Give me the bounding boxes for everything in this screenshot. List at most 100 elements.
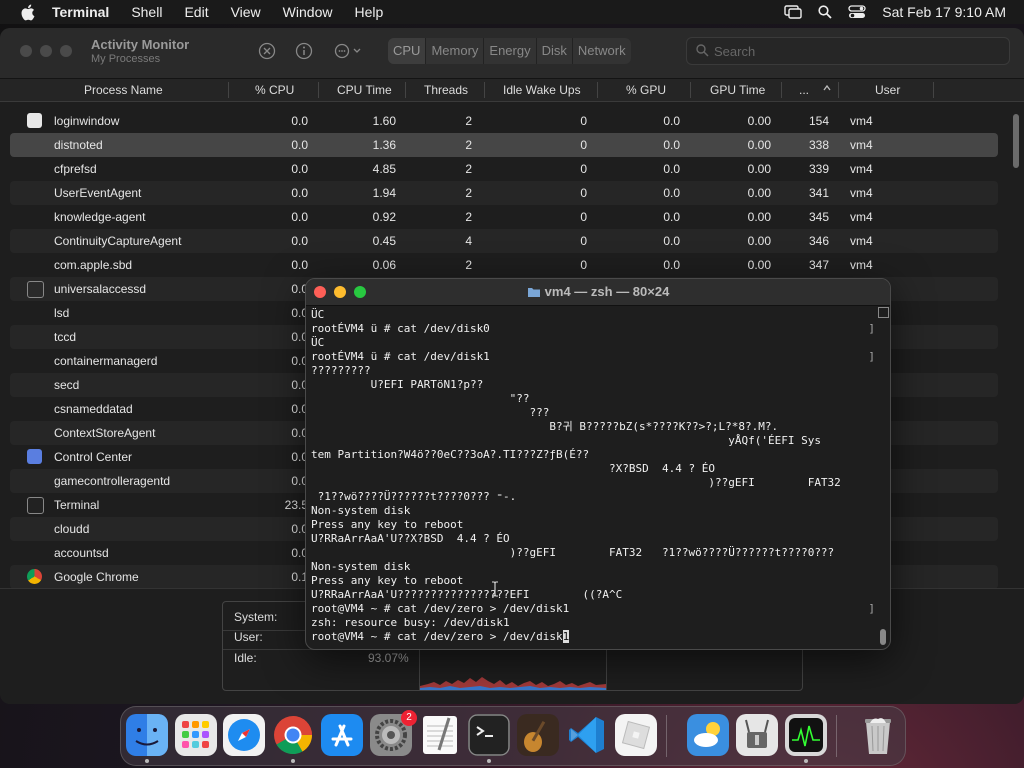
terminal-line: ÜC (311, 336, 876, 350)
cell-threads: 2 (465, 114, 472, 128)
control-center-icon[interactable] (848, 5, 866, 19)
column-divider (690, 82, 691, 98)
column-divider (781, 82, 782, 98)
menubar-clock[interactable]: Sat Feb 17 9:10 AM (882, 4, 1006, 20)
menu-shell[interactable]: Shell (131, 4, 162, 20)
google-chrome-icon[interactable] (272, 714, 314, 756)
launchpad-icon[interactable] (175, 714, 217, 756)
terminal-line: "?? (311, 392, 876, 406)
terminal-line-text: rootÉVM4 ü # cat /dev/disk0 (311, 322, 490, 335)
mark-bracket: ] (868, 602, 875, 615)
trash-icon[interactable] (857, 714, 899, 756)
terminal-titlebar[interactable]: vm4 — zsh — 80×24 (306, 279, 890, 306)
menu-app-name[interactable]: Terminal (52, 4, 109, 20)
cell-user: vm4 (850, 138, 873, 152)
weather-icon[interactable] (687, 714, 729, 756)
terminal-scrollbar-thumb[interactable] (880, 629, 886, 645)
table-row[interactable]: UserEventAgent 0.0 1.94 2 0 0.0 0.00 341 vm4 (10, 181, 998, 205)
column-user[interactable]: User (875, 83, 900, 97)
terminal-line-text: ÜC (311, 308, 325, 321)
table-row[interactable]: knowledge-agent 0.0 0.92 2 0 0.0 0.00 345 vm4 (10, 205, 998, 229)
terminal-scrollbar[interactable] (878, 307, 889, 647)
tab-disk[interactable]: Disk (537, 38, 573, 64)
column-divider (838, 82, 839, 98)
table-row[interactable]: cfprefsd 0.0 4.85 2 0 0.0 0.00 339 vm4 (10, 157, 998, 181)
cell-gpu: 0.0 (663, 210, 680, 224)
column-divider (228, 82, 229, 98)
activity-monitor-icon[interactable] (785, 714, 827, 756)
close-button[interactable] (20, 45, 32, 57)
terminal-line-text: U?RRaArrAaA'U?????????????????EFI ((?A^C (311, 588, 623, 601)
cell-threads: 2 (465, 258, 472, 272)
minimize-button[interactable] (40, 45, 52, 57)
process-name: ContinuityCaptureAgent (54, 234, 182, 248)
terminal-window[interactable]: vm4 — zsh — 80×24 ÜC rootÉVM4 ü # cat /de… (305, 278, 891, 650)
cell-user: vm4 (850, 114, 873, 128)
zoom-button[interactable] (60, 45, 72, 57)
menu-window[interactable]: Window (283, 4, 333, 20)
info-icon[interactable] (295, 42, 313, 60)
column-threads[interactable]: Threads (424, 83, 468, 97)
menu-edit[interactable]: Edit (184, 4, 208, 20)
table-row[interactable]: loginwindow 0.0 1.60 2 0 0.0 0.00 154 vm4 (10, 109, 998, 133)
terminal-line: root@VM4 ~ # cat /dev/zero > /dev/disk1 (311, 602, 876, 616)
safari-icon[interactable] (223, 714, 265, 756)
instruments-icon[interactable] (517, 714, 559, 756)
tab-energy[interactable]: Energy (484, 38, 537, 64)
menu-view[interactable]: View (231, 4, 261, 20)
terminal-line-text: ÜC (311, 336, 325, 349)
table-row[interactable]: distnoted 0.0 1.36 2 0 0.0 0.00 338 vm4 (10, 133, 998, 157)
scrollbar-thumb[interactable] (1013, 114, 1019, 168)
stop-process-icon[interactable] (258, 42, 276, 60)
finder-icon[interactable] (126, 714, 168, 756)
archive-utility-icon[interactable] (736, 714, 778, 756)
cell-cpu: 0.0 (291, 234, 308, 248)
terminal-line-text: )??gEFI FAT32 ?1??wö????Ü??????t????0??? (311, 546, 835, 559)
cell-cpu-time: 1.60 (372, 114, 396, 128)
terminal-line: root@VM4 ~ # cat /dev/zero > /dev/disk1 (311, 630, 876, 644)
tab-network[interactable]: Network (573, 38, 631, 64)
terminal-line-text: tem Partition?W4ö??0eC??3oA?.TI???Z?ƒB(É… (311, 448, 590, 461)
column-idle-wake-ups[interactable]: Idle Wake Ups (503, 83, 581, 97)
app-store-icon[interactable] (321, 714, 363, 756)
screen-mirroring-icon[interactable] (784, 5, 802, 19)
terminal-line-text: root@VM4 ~ # cat /dev/zero > /dev/disk (311, 630, 563, 643)
cell-threads: 2 (465, 186, 472, 200)
terminal-line: ?X?BSD 4.4 ? ÉO (311, 462, 876, 476)
menu-help[interactable]: Help (354, 4, 383, 20)
scroll-box (878, 307, 889, 318)
column-divider (405, 82, 406, 98)
terminal-icon[interactable] (468, 714, 510, 756)
table-row[interactable]: ContinuityCaptureAgent 0.0 0.45 4 0 0.0 0.00 34… (10, 229, 998, 253)
tab-cpu[interactable]: CPU (388, 38, 427, 64)
sort-ascending-icon[interactable] (822, 82, 832, 96)
more-actions-icon[interactable] (333, 42, 363, 60)
column-cpu-time[interactable]: CPU Time (337, 83, 392, 97)
textedit-icon[interactable] (419, 714, 461, 756)
process-name: cfprefsd (54, 162, 97, 176)
tab-memory[interactable]: Memory (426, 38, 485, 64)
running-indicator (804, 759, 808, 763)
cell-idle: 0 (580, 258, 587, 272)
visual-studio-code-icon[interactable] (566, 714, 608, 756)
column-process-name[interactable]: Process Name (84, 83, 163, 97)
spotlight-search-icon[interactable] (818, 5, 832, 19)
table-row[interactable]: com.apple.sbd 0.0 0.06 2 0 0.0 0.00 347 vm4 (10, 253, 998, 277)
roblox-icon[interactable] (615, 714, 657, 756)
process-name: loginwindow (54, 114, 120, 128)
column-pid[interactable]: ... (799, 83, 809, 97)
column-cpu[interactable]: % CPU (255, 83, 294, 97)
process-name: csnameddatad (54, 402, 133, 416)
cell-gpu-time: 0.00 (747, 114, 771, 128)
cell-gpu: 0.0 (663, 258, 680, 272)
column-gpu-time[interactable]: GPU Time (710, 83, 765, 97)
column-gpu[interactable]: % GPU (626, 83, 666, 97)
terminal-line: Non-system disk (311, 560, 876, 574)
process-name: knowledge-agent (54, 210, 146, 224)
terminal-output[interactable]: ÜC rootÉVM4 ü # cat /dev/disk0 ÜC rootÉVM4 … (311, 308, 876, 648)
table-scrollbar[interactable] (1012, 106, 1020, 596)
search-input[interactable]: Search (686, 37, 1010, 65)
accessibility-icon (27, 281, 44, 298)
system-label: System: (234, 610, 278, 624)
apple-menu-icon[interactable] (18, 3, 36, 21)
